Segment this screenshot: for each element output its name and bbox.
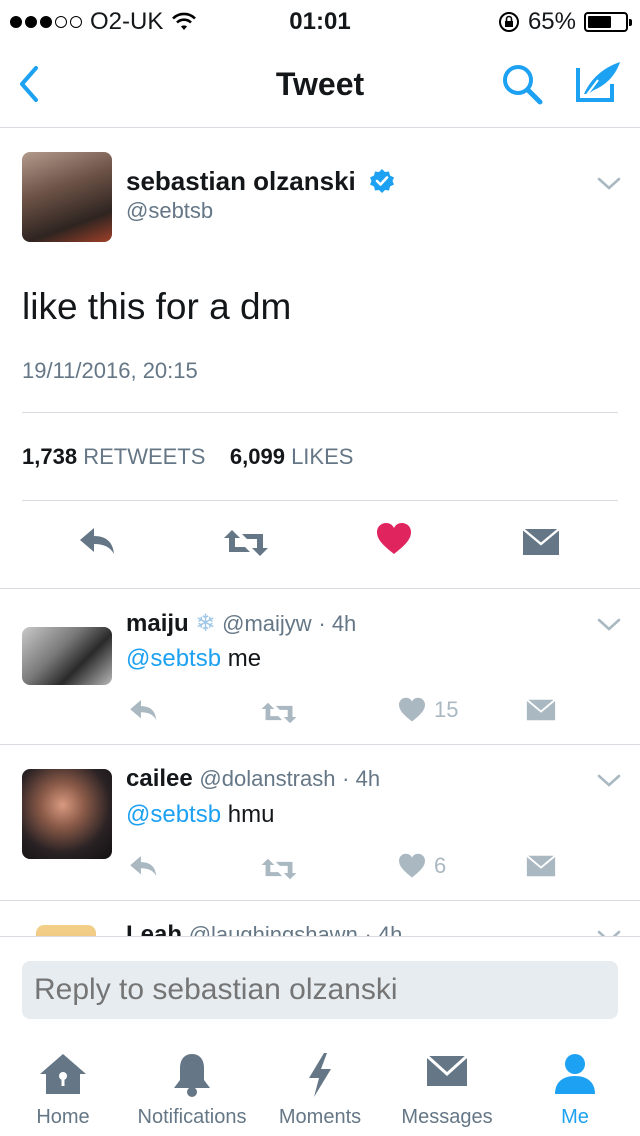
retweet-icon[interactable] [260,701,298,725]
envelope-icon [522,528,560,555]
tab-label: Me [561,1106,589,1128]
reply-item[interactable]: cailee @dolanstrash · 4h @sebtsb hmu 6 [0,744,640,900]
like-count: 15 [434,697,459,722]
nav-bar: Tweet [0,40,640,128]
reply-header: Leah @laughingshawn · 4h [126,921,402,936]
bell-icon [174,1054,210,1097]
avatar[interactable] [36,925,96,936]
tweet-actions [0,518,640,578]
reply-author-name[interactable]: Leah [126,921,182,936]
author-name-row[interactable]: sebastian olzanski [126,166,395,197]
tab-me[interactable]: Me [532,1052,618,1136]
retweet-button[interactable] [222,528,270,563]
chevron-down-icon[interactable] [596,176,622,192]
chevron-down-icon[interactable] [596,773,622,789]
reply-icon[interactable] [128,853,160,879]
snowflake-icon: ❄ [195,610,216,637]
reply-author-handle[interactable]: @maijyw [222,611,312,636]
tab-notifications[interactable]: Notifications [126,1052,258,1136]
reply-header: cailee @dolanstrash · 4h [126,765,380,793]
retweet-icon [224,530,268,556]
divider [22,412,618,413]
tab-bar: Home Notifications Moments Messages Me [0,1036,640,1136]
rotation-lock-icon [498,12,519,32]
like-button[interactable] [376,522,412,561]
reply-author-name[interactable]: cailee [126,765,193,792]
reply-text: @sebtsb me [126,645,262,672]
envelope-icon [426,1054,468,1086]
reply-time: · 4h [342,766,381,791]
reply-item[interactable]: Leah @laughingshawn · 4h [0,900,640,936]
mention-link[interactable]: @sebtsb [126,645,221,672]
compose-tweet-icon[interactable] [572,58,624,106]
like-count: 6 [434,853,447,878]
reply-button[interactable] [78,524,118,563]
chevron-down-icon[interactable] [596,617,622,633]
reply-item[interactable]: maiju ❄ @maijyw · 4h @sebtsb me 15 [0,588,640,744]
battery-percent: 65% [527,8,576,35]
reply-composer [0,936,640,1036]
tab-label: Notifications [137,1106,247,1128]
tab-messages[interactable]: Messages [392,1052,502,1136]
battery-icon [584,12,632,32]
chevron-down-icon[interactable] [596,929,622,936]
envelope-icon[interactable] [526,855,556,877]
verified-badge-icon [370,169,394,193]
reply-time: · 4h [318,611,357,636]
reply-icon [80,528,114,554]
reply-time: · 4h [364,922,403,936]
tab-label: Moments [278,1106,362,1128]
tweet-text: like this for a dm [22,286,292,327]
tab-moments[interactable]: Moments [272,1052,368,1136]
status-bar: O2-UK 01:01 65% [0,0,640,40]
retweets-stat[interactable]: 1,738 RETWEETS [22,444,205,469]
heart-icon[interactable] [398,697,426,723]
reply-icon[interactable] [128,697,160,723]
lightning-icon [309,1053,331,1097]
avatar[interactable] [22,152,112,242]
person-icon [555,1054,595,1094]
tweet-stats: 1,738 RETWEETS 6,099 LIKES [22,444,353,470]
author-handle[interactable]: @sebtsb [126,198,213,224]
author-name[interactable]: sebastian olzanski [126,166,356,196]
reply-author-handle[interactable]: @laughingshawn [189,922,358,936]
status-right: 65% [498,8,632,36]
reply-author-name[interactable]: maiju [126,610,189,637]
tab-label: Messages [401,1106,493,1128]
envelope-icon[interactable] [526,699,556,721]
heart-icon[interactable] [398,853,426,879]
retweet-icon[interactable] [260,857,298,881]
mention-link[interactable]: @sebtsb [126,801,221,828]
reply-author-handle[interactable]: @dolanstrash [199,766,335,791]
reply-header: maiju ❄ @maijyw · 4h [126,609,356,638]
avatar[interactable] [22,627,112,685]
reply-input[interactable] [22,961,618,1019]
heart-icon [377,523,411,554]
likes-stat[interactable]: 6,099 LIKES [230,444,354,469]
reply-text: @sebtsb hmu [126,801,275,828]
tweet-timestamp: 19/11/2016, 20:15 [22,358,198,383]
home-icon [40,1054,86,1094]
dm-button[interactable] [522,528,560,561]
divider [22,500,618,501]
avatar[interactable] [22,769,112,859]
tab-label: Home [36,1106,90,1128]
tab-home[interactable]: Home [14,1052,112,1136]
search-icon[interactable] [498,60,546,108]
